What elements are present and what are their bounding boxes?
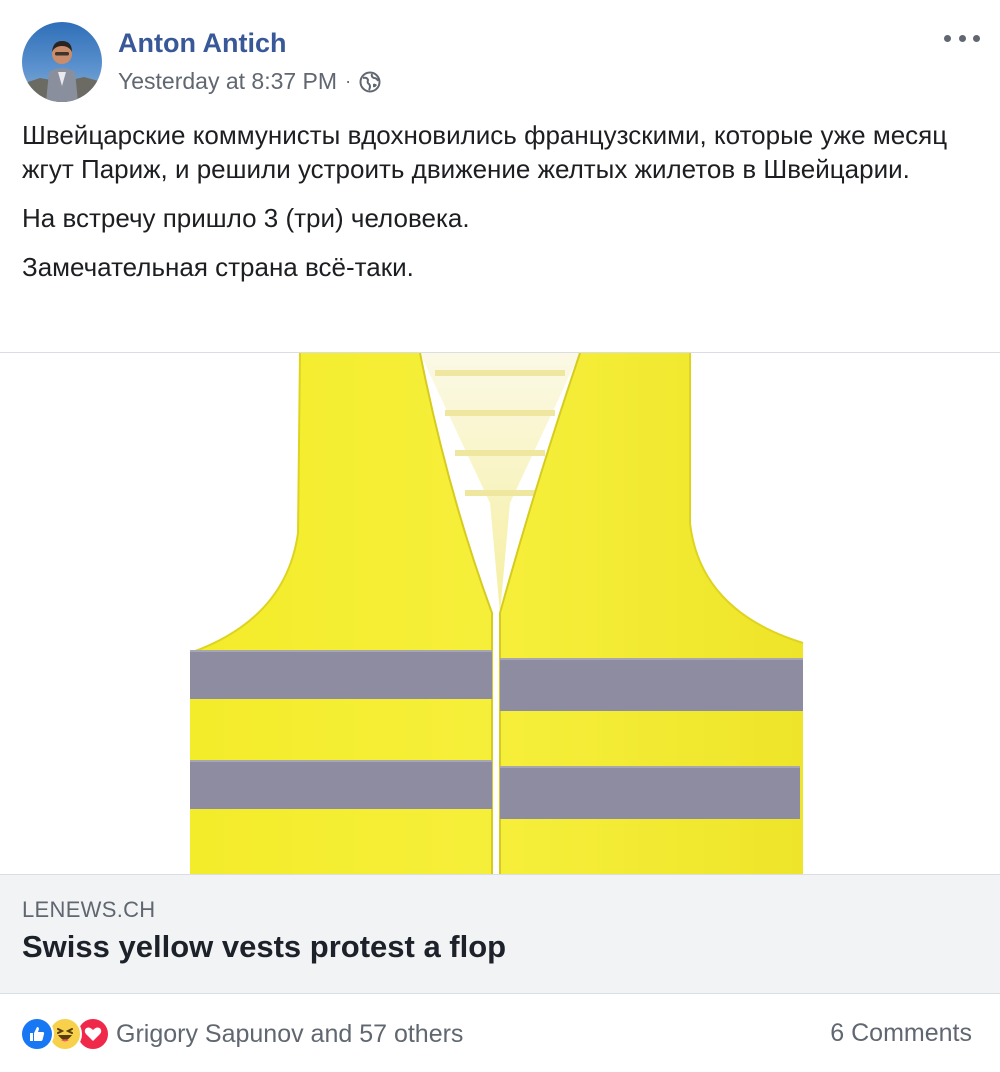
reactions-summary[interactable]: Grigory Sapunov and 57 others bbox=[20, 1016, 463, 1052]
post-paragraph: Швейцарские коммунисты вдохновились фран… bbox=[22, 120, 948, 184]
comments-count-link[interactable]: 6 Comments bbox=[830, 1019, 972, 1048]
avatar-photo bbox=[22, 22, 102, 102]
link-preview-info[interactable]: LENEWS.CH Swiss yellow vests protest a f… bbox=[0, 874, 1000, 994]
globe-icon[interactable] bbox=[359, 71, 381, 93]
post-paragraph: На встречу пришло 3 (три) человека. bbox=[22, 203, 470, 233]
link-title[interactable]: Swiss yellow vests protest a flop bbox=[22, 929, 506, 965]
meta-separator: · bbox=[345, 71, 352, 91]
post: Anton Antich Yesterday at 8:37 PM · Швей… bbox=[0, 0, 1000, 1072]
author-avatar[interactable] bbox=[22, 22, 102, 102]
post-paragraph: Замечательная страна всё-таки. bbox=[22, 252, 414, 282]
author-name[interactable]: Anton Antich bbox=[118, 28, 286, 59]
link-preview-image[interactable] bbox=[0, 352, 1000, 875]
reactions-text[interactable]: Grigory Sapunov and 57 others bbox=[116, 1020, 463, 1049]
yellow-vest-image bbox=[0, 353, 1000, 875]
post-text: Швейцарские коммунисты вдохновились фран… bbox=[22, 118, 972, 299]
post-meta: Yesterday at 8:37 PM · bbox=[118, 68, 381, 95]
link-domain: LENEWS.CH bbox=[22, 897, 156, 922]
post-timestamp[interactable]: Yesterday at 8:37 PM bbox=[118, 68, 337, 95]
like-icon bbox=[20, 1017, 54, 1051]
more-options-icon[interactable] bbox=[944, 26, 980, 50]
